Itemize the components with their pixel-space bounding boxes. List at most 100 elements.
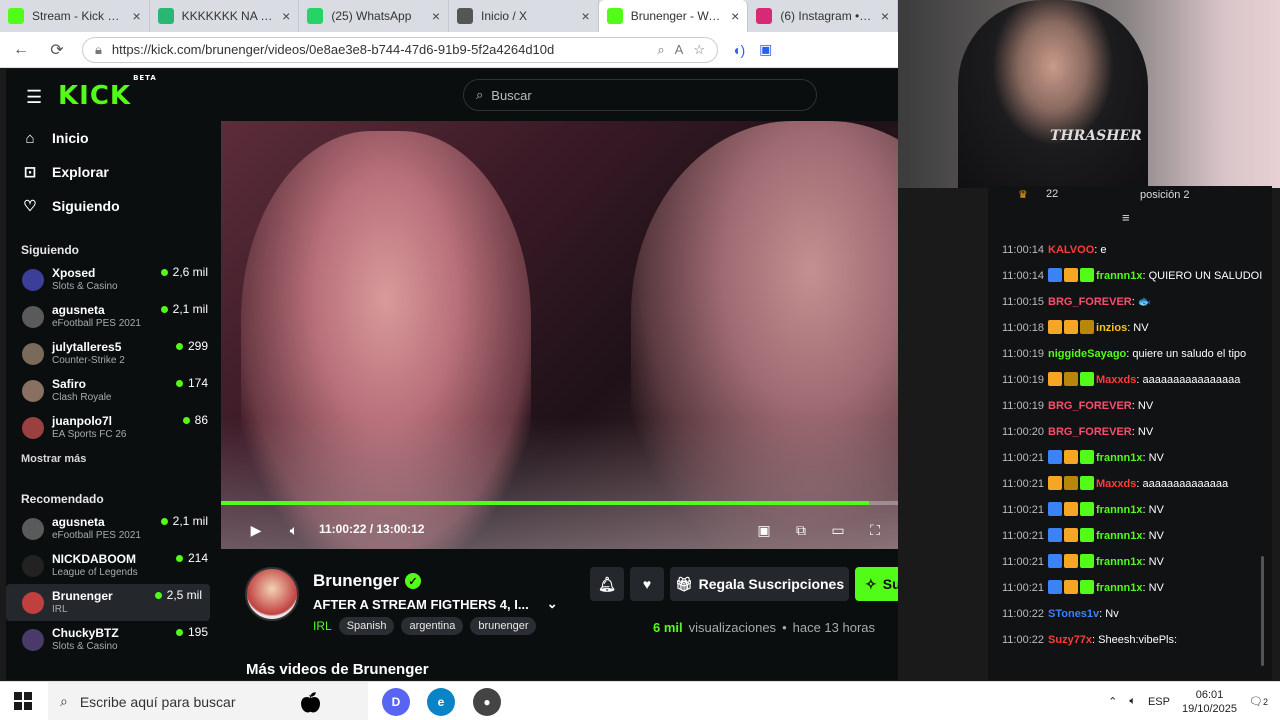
chat-username[interactable]: inzios [1096,322,1127,334]
chat-username[interactable]: Suzy77x [1048,634,1092,646]
chevron-down-icon[interactable]: ⌄ [547,596,558,612]
channel-item[interactable]: Xposed Slots & Casino 2,6 mil [6,261,216,298]
chat-username[interactable]: Maxxds [1096,374,1136,386]
discord-icon[interactable]: D [382,688,410,716]
favorite-star-icon[interactable]: ☆ [693,42,705,58]
chat-username[interactable]: frannn1x [1096,270,1142,282]
chevron-up-icon[interactable]: ⌃ [1108,695,1117,708]
chat-username[interactable]: BRG_FOREVER [1048,296,1132,308]
badge-icon [1064,372,1079,386]
search-icon: ⌕ [476,87,484,102]
chat-username[interactable]: frannn1x [1096,452,1142,464]
chat-username[interactable]: frannn1x [1096,556,1142,568]
browser-tab[interactable]: Stream - Kick Dash × [0,0,150,32]
clip-icon[interactable]: ⧉ [788,517,814,543]
channel-item[interactable]: julytalleres5 Counter-Strike 2 299 [6,335,216,372]
back-icon[interactable]: ← [10,41,32,59]
channel-name: ChuckyBTZ [52,625,119,640]
clock[interactable]: 06:01 19/10/2025 [1182,688,1237,716]
play-icon[interactable]: ▶ [243,517,269,543]
volume-icon[interactable]: 🔈︎ [281,517,307,543]
channel-category: IRL [52,603,68,615]
browser-tab[interactable]: Brunenger - Watch × [598,0,749,32]
extension-icon[interactable]: ▣ [759,41,772,58]
nav-item-inicio[interactable]: ⌂ Inicio [6,121,216,155]
channel-item[interactable]: agusneta eFootball PES 2021 2,1 mil [6,510,216,547]
speaker-icon[interactable]: 🔈︎ [1129,695,1136,708]
chat-header: ♛ 22 posición 2 ≡ [988,186,1272,240]
menu-icon[interactable]: ☰ [26,87,42,108]
live-dot-icon [175,379,183,387]
windows-start-icon[interactable] [14,692,32,710]
nav-item-siguiendo[interactable]: ♡ Siguiendo [6,189,216,223]
audio-icon[interactable]: ◖) [732,42,745,58]
tag-chip[interactable]: Spanish [338,617,395,635]
zoom-icon[interactable]: ⌕ [657,42,664,58]
logo-beta: BETA [133,74,157,83]
chat-username[interactable]: niggideSayago [1048,348,1126,360]
obs-icon[interactable]: ● [473,688,501,716]
browser-tab[interactable]: Inicio / X × [449,0,599,32]
lock-icon[interactable]: 🔒︎ [95,42,102,58]
share-icon[interactable]: ⋖ [897,619,898,635]
channel-item[interactable]: agusneta eFootball PES 2021 2,1 mil [6,298,216,335]
close-icon[interactable]: × [282,8,290,24]
channel-item[interactable]: Safiro Clash Royale 174 [6,372,216,409]
channel-item[interactable]: ChuckyBTZ Slots & Casino 195 [6,621,216,658]
viewer-count: 214 [175,551,208,565]
close-icon[interactable]: × [731,8,739,24]
kick-icon [8,8,24,24]
theater-mode-icon[interactable]: ▭ [825,517,851,543]
channel-category: EA Sports FC 26 [52,428,127,440]
close-icon[interactable]: × [132,8,140,24]
edge-icon[interactable]: e [427,688,455,716]
browser-tab[interactable]: (6) Instagram • Me × [748,0,899,32]
chat-username[interactable]: BRG_FOREVER [1048,400,1132,412]
browser-tab[interactable]: KKKKKKK NA QUE × [150,0,300,32]
chat-username[interactable]: frannn1x [1096,504,1142,516]
video-player[interactable]: ▶ 🔈︎ 11:00:22 / 13:00:12 ▣ ⧉ ▭ ⛶ ◔ ⚙ [221,121,898,549]
channel-name[interactable]: Brunenger [313,571,399,591]
fruit-widget-icon[interactable]: 🍎︎ [298,690,323,715]
chat-username[interactable]: Maxxds [1096,478,1136,490]
channel-item[interactable]: juanpolo7l EA Sports FC 26 86 [6,409,216,446]
badge-icon [1080,372,1095,386]
read-aloud-icon[interactable]: A [675,42,684,57]
channel-avatar[interactable] [245,567,299,621]
channel-item[interactable]: Brunenger IRL 2,5 mil [6,584,210,621]
chat-username[interactable]: BRG_FOREVER [1048,426,1132,438]
browser-tab[interactable]: (25) WhatsApp × [299,0,450,32]
refresh-icon[interactable]: ⟳ [46,40,68,60]
tag-chip[interactable]: argentina [401,617,464,635]
progress-bar[interactable] [221,501,898,505]
chat-username[interactable]: frannn1x [1096,530,1142,542]
chat-username[interactable]: STones1v [1048,608,1099,620]
chat-username[interactable]: KALVOO [1048,244,1094,256]
subscribe-button[interactable]: ✧ Suscribirse [855,567,898,601]
close-icon[interactable]: × [582,8,590,24]
search-input[interactable]: ⌕ Buscar [463,79,817,111]
close-icon[interactable]: × [432,8,440,24]
show-more-link[interactable]: Mostrar más [6,446,216,472]
picture-in-picture-icon[interactable]: ▣ [751,517,777,543]
gift-subs-button[interactable]: 🎁︎ Regala Suscripciones [670,567,849,601]
nav-item-explorar[interactable]: ⊡ Explorar [6,155,216,189]
tag-chip[interactable]: brunenger [470,617,537,635]
chat-scrollbar[interactable] [1261,556,1264,666]
badge-icon [1080,476,1095,490]
avatar [22,416,44,439]
kick-logo[interactable]: KICKBETA [58,74,157,111]
category-link[interactable]: IRL [313,619,332,633]
chat-time: 11:00:18 [1002,322,1045,334]
chat-text: : aaaaaaaaaaaaaaaa [1136,374,1241,386]
language-indicator[interactable]: ESP [1148,696,1170,708]
chat-username[interactable]: frannn1x [1096,582,1142,594]
follow-heart-button[interactable]: ♥ [630,567,664,601]
notification-bell-button[interactable]: 🔔︎ [590,567,624,601]
chat-message: 11:00:21 frannn1x: NV [1002,450,1268,467]
url-field[interactable]: 🔒︎ https://kick.com/brunenger/videos/0e8… [82,36,718,63]
close-icon[interactable]: × [881,8,889,24]
notification-icon[interactable]: 🗨︎2 [1249,695,1268,708]
channel-item[interactable]: NICKDABOOM League of Legends 214 [6,547,216,584]
fullscreen-icon[interactable]: ⛶ [862,517,888,543]
